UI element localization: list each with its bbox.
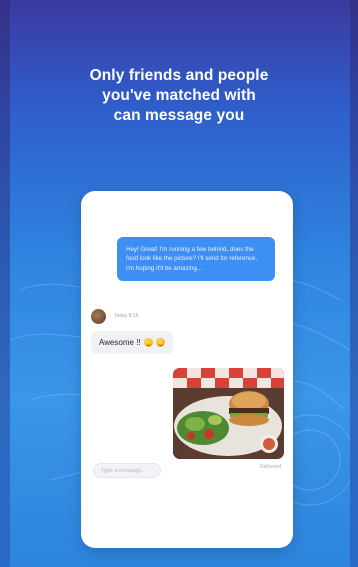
avatar[interactable] <box>91 308 106 324</box>
headline-line-1: Only friends and people <box>89 67 269 84</box>
chat-preview-card: Hey! Great! I'm running a few behind, do… <box>81 191 293 548</box>
page-headline: Only friends and people you've matched w… <box>40 66 318 126</box>
app-store-screenshot: Only friends and people you've matched w… <box>0 0 358 567</box>
grinning-emoji-icon <box>143 338 153 347</box>
incoming-sender-row: Today 8:16 <box>91 308 138 324</box>
sender-timestamp: Today 8:16 <box>114 313 139 319</box>
burger-photo-image <box>173 368 284 459</box>
incoming-message-bubble: Awesome !! <box>91 331 173 354</box>
incoming-message-text: Awesome !! <box>99 338 141 347</box>
food-photo-message[interactable] <box>173 368 284 459</box>
outgoing-message-bubble: Hey! Great! I'm running a few behind, do… <box>117 237 275 281</box>
delivered-status: Delivered <box>259 464 281 470</box>
grinning-emoji-icon <box>155 338 165 347</box>
headline-line-3: can message you <box>113 107 245 124</box>
headline-line-2: you've matched with <box>102 87 256 104</box>
message-input[interactable]: Type a message... <box>93 463 161 478</box>
